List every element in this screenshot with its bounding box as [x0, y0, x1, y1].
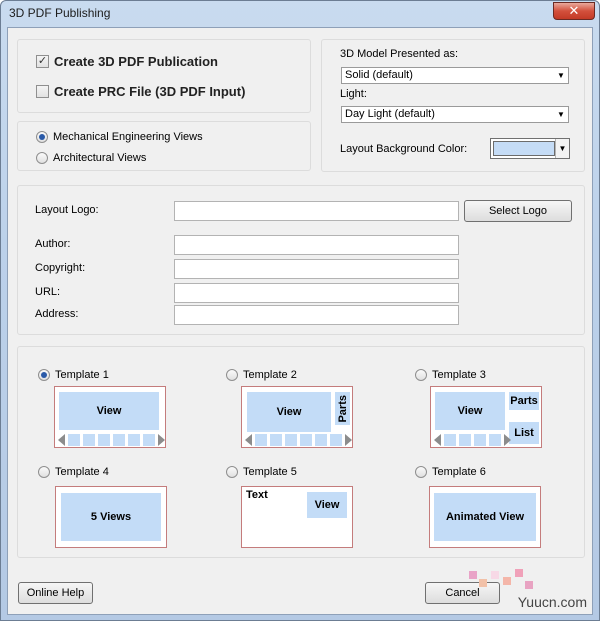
view-box: 5 Views	[61, 493, 161, 541]
template-5-radio[interactable]: Template 5	[226, 466, 297, 478]
template-2-preview[interactable]: View Parts	[241, 386, 353, 448]
chevron-down-icon[interactable]: ▼	[555, 139, 569, 158]
view-box: View	[59, 392, 159, 430]
output-options-group: ✓ Create 3D PDF Publication Create PRC F…	[17, 39, 311, 113]
template-6-radio[interactable]: Template 6	[415, 466, 486, 478]
left-arrow-icon	[245, 434, 252, 446]
bg-color-picker[interactable]: ▼	[490, 138, 570, 159]
select-logo-button[interactable]: Select Logo	[464, 200, 572, 222]
create-prc-label: Create PRC File (3D PDF Input)	[54, 84, 246, 99]
template-4-preview[interactable]: 5 Views	[55, 486, 167, 548]
copyright-field[interactable]	[174, 259, 459, 279]
left-arrow-icon	[58, 434, 65, 446]
thumbnail-strip	[434, 434, 511, 446]
view-box: View	[307, 492, 347, 518]
create-prc-checkbox[interactable]: Create PRC File (3D PDF Input)	[36, 84, 245, 99]
radio-button[interactable]	[36, 152, 48, 164]
dialog-client-area: ✓ Create 3D PDF Publication Create PRC F…	[7, 27, 593, 615]
presented-as-select[interactable]: Solid (default) ▼	[341, 67, 569, 84]
bg-color-label: Layout Background Color:	[340, 143, 468, 155]
parts-box: Parts	[509, 392, 539, 410]
template-5-label: Template 5	[243, 466, 297, 478]
online-help-button[interactable]: Online Help	[18, 582, 93, 604]
copyright-label: Copyright:	[35, 262, 86, 274]
presented-as-value: Solid (default)	[345, 69, 413, 81]
right-arrow-icon	[345, 434, 352, 446]
template-6-label: Template 6	[432, 466, 486, 478]
template-5-preview[interactable]: Text View	[241, 486, 353, 548]
left-arrow-icon	[434, 434, 441, 446]
template-3-radio[interactable]: Template 3	[415, 369, 486, 381]
mechanical-views-label: Mechanical Engineering Views	[53, 131, 203, 143]
thumbnail-strip	[58, 434, 165, 446]
template-3-label: Template 3	[432, 369, 486, 381]
author-label: Author:	[35, 238, 71, 250]
templates-group: Template 1 View Template 2 View Parts Te…	[17, 346, 585, 558]
radio-button[interactable]	[38, 369, 50, 381]
template-4-label: Template 4	[55, 466, 109, 478]
document-info-group: Layout Logo: Select Logo Author: Copyrig…	[17, 185, 585, 335]
close-button[interactable]: ✕	[553, 2, 595, 20]
light-value: Day Light (default)	[345, 108, 435, 120]
right-arrow-icon	[158, 434, 165, 446]
architectural-views-radio[interactable]: Architectural Views	[36, 152, 146, 164]
radio-button[interactable]	[38, 466, 50, 478]
radio-button[interactable]	[36, 131, 48, 143]
address-field[interactable]	[174, 305, 459, 325]
views-group: Mechanical Engineering Views Architectur…	[17, 121, 311, 171]
chevron-down-icon: ▼	[557, 110, 565, 119]
checkbox-box[interactable]	[36, 85, 49, 98]
window-title: 3D PDF Publishing	[9, 6, 111, 20]
dialog-window: 3D PDF Publishing ✕ ✓ Create 3D PDF Publ…	[0, 0, 600, 621]
template-2-radio[interactable]: Template 2	[226, 369, 297, 381]
mechanical-views-radio[interactable]: Mechanical Engineering Views	[36, 131, 203, 143]
template-3-preview[interactable]: View Parts List	[430, 386, 542, 448]
radio-button[interactable]	[226, 466, 238, 478]
chevron-down-icon: ▼	[557, 71, 565, 80]
template-1-preview[interactable]: View	[54, 386, 166, 448]
layout-logo-field[interactable]	[174, 201, 459, 221]
create-3d-pdf-label: Create 3D PDF Publication	[54, 54, 218, 69]
thumbnail-strip	[245, 434, 352, 446]
right-arrow-icon	[504, 434, 511, 446]
template-6-preview[interactable]: Animated View	[429, 486, 541, 548]
radio-button[interactable]	[415, 369, 427, 381]
checkbox-box[interactable]: ✓	[36, 55, 49, 68]
radio-button[interactable]	[226, 369, 238, 381]
template-2-label: Template 2	[243, 369, 297, 381]
url-field[interactable]	[174, 283, 459, 303]
light-label: Light:	[340, 88, 367, 100]
address-label: Address:	[35, 308, 79, 320]
view-box: Animated View	[434, 493, 536, 541]
list-box: List	[509, 422, 539, 444]
title-bar: 3D PDF Publishing ✕	[1, 1, 599, 25]
layout-logo-label: Layout Logo:	[35, 204, 99, 216]
author-field[interactable]	[174, 235, 459, 255]
presented-as-label: 3D Model Presented as:	[340, 48, 459, 60]
color-swatch	[493, 141, 555, 156]
view-box: View	[247, 392, 331, 432]
template-1-label: Template 1	[55, 369, 109, 381]
view-box: View	[435, 392, 505, 430]
architectural-views-label: Architectural Views	[53, 152, 147, 164]
text-block: Text	[246, 489, 268, 501]
create-3d-pdf-checkbox[interactable]: ✓ Create 3D PDF Publication	[36, 54, 218, 69]
template-1-radio[interactable]: Template 1	[38, 369, 109, 381]
watermark-text: Yuucn.com	[517, 594, 587, 610]
url-label: URL:	[35, 286, 61, 298]
radio-button[interactable]	[415, 466, 427, 478]
light-select[interactable]: Day Light (default) ▼	[341, 106, 569, 123]
template-4-radio[interactable]: Template 4	[38, 466, 109, 478]
parts-box: Parts	[335, 392, 350, 425]
